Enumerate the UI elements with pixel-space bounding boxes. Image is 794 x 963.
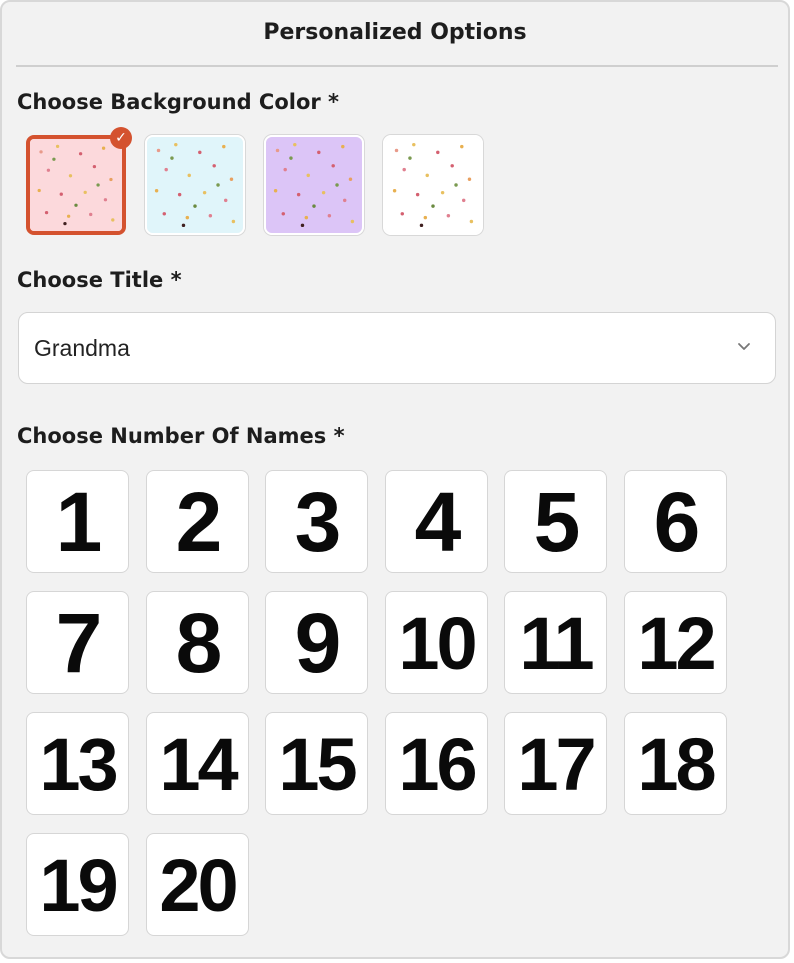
number-option-2[interactable]: 2 [146,470,249,573]
number-option-7[interactable]: 7 [26,591,129,694]
number-option-label: 19 [39,844,118,927]
floral-pattern-lavender [266,137,362,233]
number-option-label: 7 [55,596,103,690]
number-option-label: 8 [175,596,223,690]
number-option-label: 6 [653,475,701,569]
number-option-5[interactable]: 5 [504,470,607,573]
number-option-6[interactable]: 6 [624,470,727,573]
number-option-label: 20 [159,844,238,927]
title-label: Choose Title * [17,268,182,292]
number-option-3[interactable]: 3 [265,470,368,573]
number-option-label: 12 [637,602,716,685]
number-option-18[interactable]: 18 [624,712,727,815]
number-option-9[interactable]: 9 [265,591,368,694]
personalized-options-panel: Personalized Options Choose Background C… [0,0,790,959]
number-option-label: 11 [519,602,594,685]
number-option-label: 17 [517,723,596,806]
chevron-down-icon [738,343,750,350]
number-option-17[interactable]: 17 [504,712,607,815]
number-option-12[interactable]: 12 [624,591,727,694]
number-option-1[interactable]: 1 [26,470,129,573]
floral-pattern-light-blue [147,137,243,233]
number-option-19[interactable]: 19 [26,833,129,936]
number-option-15[interactable]: 15 [265,712,368,815]
number-option-label: 18 [637,723,716,806]
number-option-4[interactable]: 4 [385,470,488,573]
number-of-names-label: Choose Number Of Names * [17,424,345,448]
number-option-label: 3 [294,475,342,569]
number-option-label: 4 [414,475,462,569]
number-option-label: 9 [294,596,342,690]
swatch-lavender[interactable] [264,135,364,235]
number-option-label: 16 [398,723,477,806]
number-option-11[interactable]: 11 [504,591,607,694]
title-select[interactable]: Grandma [18,312,776,384]
number-option-10[interactable]: 10 [385,591,488,694]
number-option-20[interactable]: 20 [146,833,249,936]
background-color-swatches: ✓ [26,127,496,241]
floral-pattern-white [385,137,481,233]
number-option-label: 15 [278,723,357,806]
number-option-16[interactable]: 16 [385,712,488,815]
panel-title: Personalized Options [263,20,527,45]
number-option-label: 2 [175,475,223,569]
title-select-value: Grandma [34,335,130,361]
number-option-label: 13 [39,723,118,806]
number-option-label: 14 [159,723,238,806]
background-color-label: Choose Background Color * [17,90,340,114]
swatch-pink[interactable] [26,135,126,235]
swatch-light-blue[interactable] [145,135,245,235]
number-option-label: 5 [533,475,581,569]
number-option-label: 1 [55,475,103,569]
floral-pattern-pink [30,139,122,231]
number-option-8[interactable]: 8 [146,591,249,694]
selected-check-icon: ✓ [110,127,132,149]
number-of-names-grid: 1 2 3 4 5 6 7 8 9 10 11 12 13 14 15 16 17 18 19 20 [26,470,746,940]
number-option-13[interactable]: 13 [26,712,129,815]
number-option-14[interactable]: 14 [146,712,249,815]
number-option-label: 10 [398,602,477,685]
title-divider [16,65,778,67]
swatch-white[interactable] [383,135,483,235]
